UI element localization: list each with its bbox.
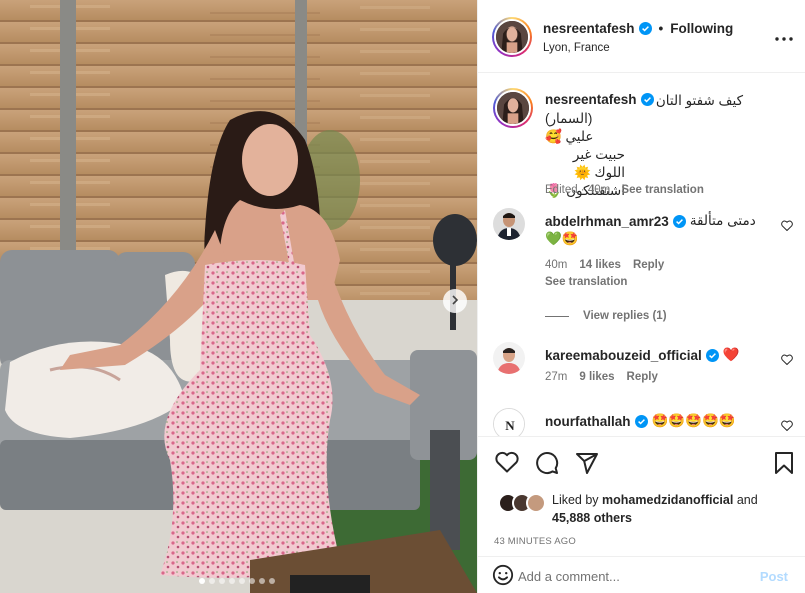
carousel-dot xyxy=(199,578,205,584)
post-location[interactable]: Lyon, France xyxy=(543,42,610,54)
comment-item: abdelrhman_amr23 دمتى متألقة 💚🤩 40m 14 l… xyxy=(493,208,793,322)
carousel-indicator xyxy=(199,578,275,584)
author-avatar[interactable] xyxy=(492,17,532,57)
comment-likes-link[interactable]: 14 likes xyxy=(579,259,621,271)
liked-by-user[interactable]: mohamedzidanofficial xyxy=(602,493,733,507)
more-options-icon[interactable] xyxy=(775,30,793,44)
post-timestamp[interactable]: 43 MINUTES AGO xyxy=(494,536,576,547)
see-translation-link[interactable]: See translation xyxy=(621,184,703,196)
comment-item: N nourfathallah 🤩🤩🤩🤩🤩 xyxy=(493,408,793,436)
comment-like-icon[interactable] xyxy=(781,354,793,368)
post-image xyxy=(0,0,477,593)
view-replies-button[interactable]: View replies (1) xyxy=(545,310,667,322)
verified-icon xyxy=(634,414,648,428)
comment-item: kareemabouzeid_official ❤️ 27m 9 likes R… xyxy=(493,342,793,392)
caption-avatar[interactable] xyxy=(493,88,533,128)
caption-meta: Edited · 40m See translation xyxy=(545,184,704,196)
comment-text: 🤩🤩🤩🤩🤩 xyxy=(651,413,736,428)
liked-by-and: and xyxy=(736,493,758,507)
carousel-dot xyxy=(269,578,275,584)
post-photo[interactable] xyxy=(0,0,477,593)
post-header: nesreentafesh • Following Lyon, France xyxy=(478,0,805,73)
view-replies-label: View replies (1) xyxy=(583,310,667,322)
liker-avatar xyxy=(526,493,546,513)
comment-text: ❤️ xyxy=(722,347,740,362)
liked-by-prefix: Liked by xyxy=(552,493,599,507)
post-side-panel: nesreentafesh • Following Lyon, France n… xyxy=(477,0,805,593)
comment-text-continued: 💚🤩 xyxy=(545,231,579,246)
share-icon[interactable] xyxy=(575,451,599,478)
author-username[interactable]: nesreentafesh xyxy=(543,21,635,36)
header-user-line: nesreentafesh • Following xyxy=(543,21,733,36)
caption-edited-time: Edited · 40m xyxy=(545,184,611,196)
verified-icon xyxy=(705,348,719,362)
commenter-avatar[interactable] xyxy=(493,342,525,374)
verified-icon xyxy=(672,214,686,228)
carousel-dot xyxy=(229,578,235,584)
verified-icon xyxy=(638,22,652,35)
comment-time: 27m xyxy=(545,371,568,383)
reply-button[interactable]: Reply xyxy=(627,371,658,383)
carousel-dot xyxy=(219,578,225,584)
reply-button[interactable]: Reply xyxy=(633,259,664,271)
liked-by-avatars[interactable] xyxy=(498,493,548,515)
post-comment-button[interactable]: Post xyxy=(760,569,788,584)
likes-others-link[interactable]: 45,888 others xyxy=(552,511,632,525)
commenter-avatar[interactable] xyxy=(493,208,525,240)
comment-user-line: nourfathallah 🤩🤩🤩🤩🤩 xyxy=(545,413,736,429)
comment-like-icon[interactable] xyxy=(781,420,793,434)
heart-icon[interactable] xyxy=(495,451,519,476)
comment-like-icon[interactable] xyxy=(781,220,793,234)
commenter-username[interactable]: kareemabouzeid_official xyxy=(545,348,702,363)
comment-input[interactable] xyxy=(518,564,748,588)
see-translation-link[interactable]: See translation xyxy=(545,276,627,288)
caption-line: (السمار) عليي 🥰 xyxy=(545,111,594,144)
comment-user-line: abdelrhman_amr23 دمتى متألقة xyxy=(545,213,756,229)
carousel-dot xyxy=(239,578,245,584)
svg-text:N: N xyxy=(505,418,515,433)
comment-user-line: kareemabouzeid_official ❤️ xyxy=(545,347,740,363)
comment-icon[interactable] xyxy=(535,451,559,478)
caption-line: حبيت غير اللوك 🌞 xyxy=(572,147,625,180)
next-slide-button[interactable] xyxy=(443,289,467,313)
commenter-username[interactable]: nourfathallah xyxy=(545,414,631,429)
commenter-username[interactable]: abdelrhman_amr23 xyxy=(545,214,669,229)
liked-by-text: Liked by mohamedzidanofficial and 45,888… xyxy=(552,491,805,527)
caption-line: كيف شفتو التان xyxy=(655,93,743,108)
post-caption: nesreentafesh كيف شفتو التان (السمار) عل… xyxy=(493,88,793,208)
comments-list[interactable]: nesreentafesh كيف شفتو التان (السمار) عل… xyxy=(478,74,805,436)
comment-meta: 40m 14 likes Reply xyxy=(545,259,664,271)
commenter-avatar[interactable]: N xyxy=(493,408,525,436)
carousel-dot xyxy=(259,578,265,584)
comment-time: 40m xyxy=(545,259,568,271)
comment-composer: Post xyxy=(478,556,805,593)
comment-likes-link[interactable]: 9 likes xyxy=(579,371,614,383)
comment-meta: 27m 9 likes Reply xyxy=(545,371,658,383)
comment-text: دمتى متألقة xyxy=(689,213,756,228)
emoji-icon[interactable] xyxy=(492,564,514,589)
carousel-dot xyxy=(249,578,255,584)
bookmark-icon[interactable] xyxy=(774,451,794,478)
header-separator: • xyxy=(658,21,664,36)
replies-line xyxy=(545,315,569,317)
following-button[interactable]: Following xyxy=(670,21,733,36)
chevron-right-icon xyxy=(450,294,460,308)
carousel-dot xyxy=(209,578,215,584)
post-actions: Liked by mohamedzidanofficial and 45,888… xyxy=(478,436,805,547)
